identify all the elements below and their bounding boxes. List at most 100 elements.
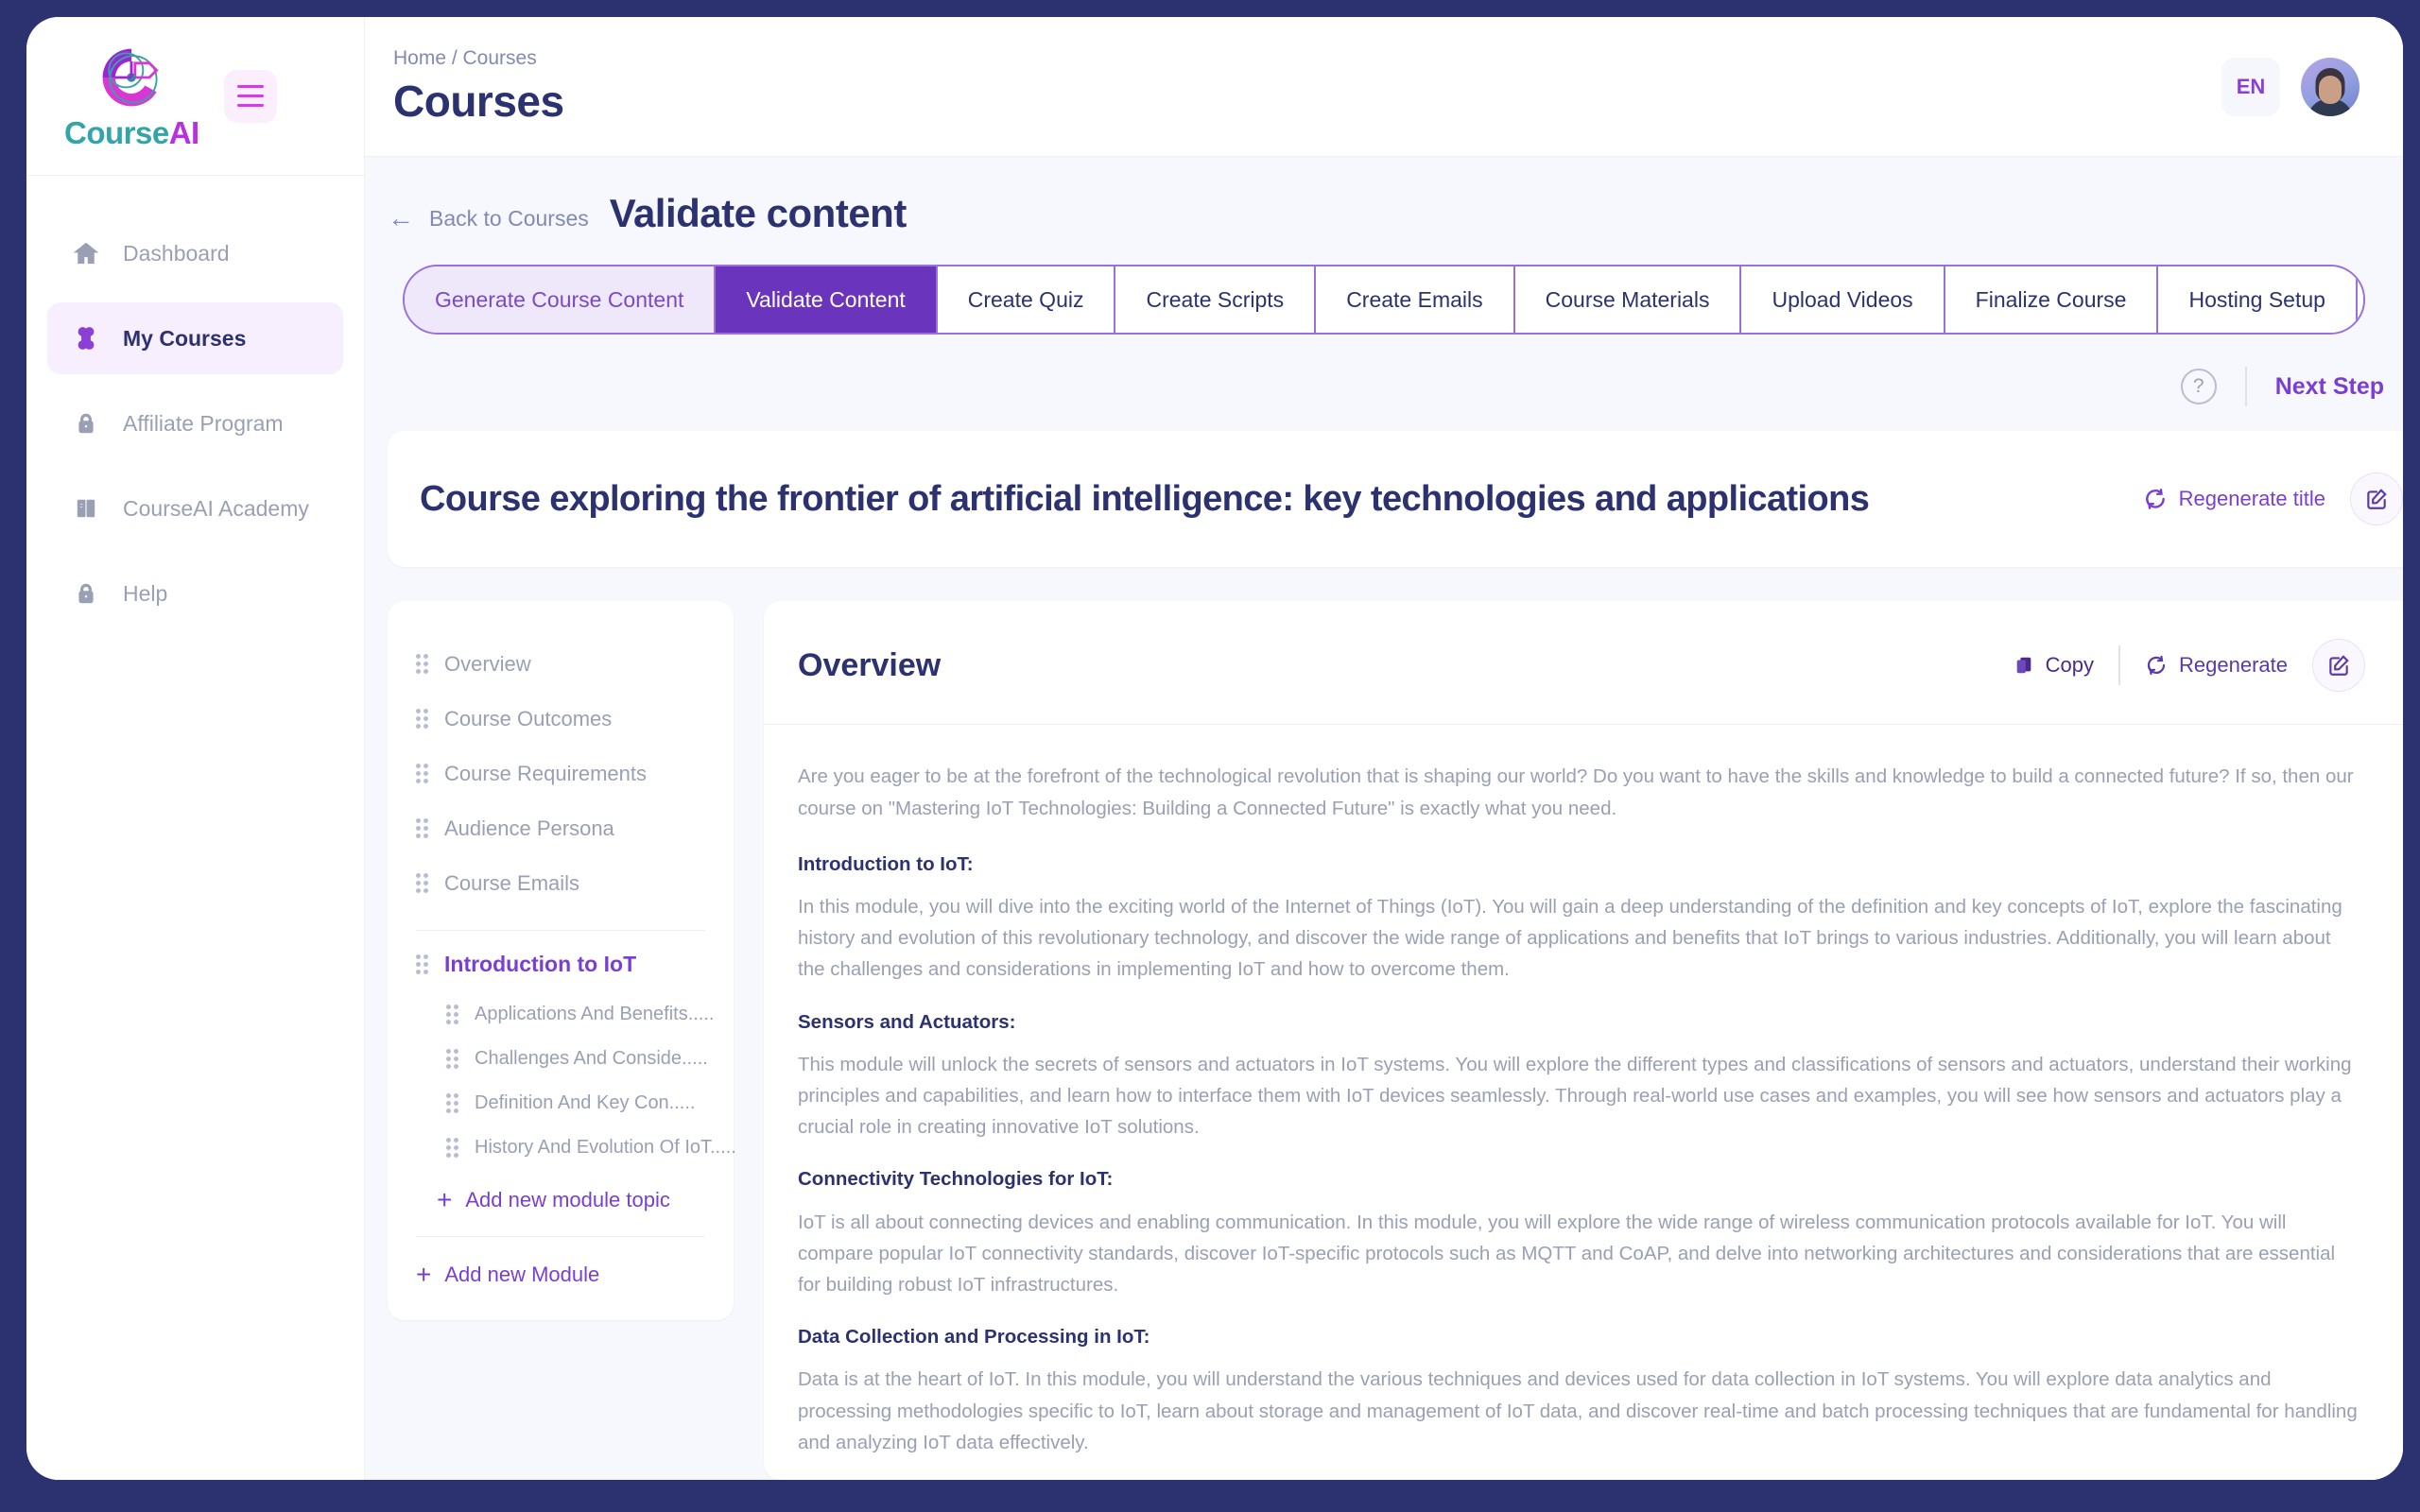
home-icon	[72, 239, 100, 267]
brand-name-part1: Course	[64, 114, 169, 150]
outline-item-label: Course Emails	[444, 871, 580, 896]
sidebar-item-affiliate-program[interactable]: Affiliate Program	[47, 387, 343, 459]
outline-topic-label: History And Evolution Of IoT.....	[475, 1137, 736, 1159]
tab-hosting-setup[interactable]: Hosting Setup	[2158, 266, 2358, 334]
app-logo[interactable]: CourseAI	[64, 42, 199, 151]
app-window: CourseAI Dashboard My Courses Affiliate …	[26, 17, 2403, 1480]
outline-item-overview[interactable]: Overview	[416, 637, 705, 692]
drag-handle-icon[interactable]	[446, 1004, 459, 1025]
overview-intro-paragraph: Are you eager to be at the forefront of …	[798, 765, 2354, 819]
outline-item-label: Overview	[444, 652, 531, 677]
content-area: ← Back to Courses Validate content Gener…	[365, 157, 2403, 1480]
sidebar-item-label: CourseAI Academy	[123, 495, 309, 521]
plus-icon: +	[416, 1260, 432, 1290]
tab-create-scripts[interactable]: Create Scripts	[1115, 266, 1317, 334]
edit-overview-button[interactable]	[2312, 639, 2365, 693]
outline-module-label: Introduction to IoT	[444, 952, 637, 977]
drag-handle-icon[interactable]	[416, 954, 429, 975]
step-tabs: Generate Course Content Validate Content…	[403, 265, 2365, 335]
tab-course-materials[interactable]: Course Materials	[1514, 266, 1742, 334]
topbar-left: Home / Courses Courses	[393, 47, 564, 127]
overview-section-body: This module will unlock the secrets of s…	[798, 1053, 2352, 1139]
regenerate-button[interactable]: Regenerate	[2145, 653, 2288, 678]
outline-topic[interactable]: Applications And Benefits.....	[416, 992, 715, 1037]
sidebar-item-courseai-academy[interactable]: CourseAI Academy	[47, 472, 343, 544]
avatar-face	[2319, 75, 2342, 104]
overview-section-heading: IoT Security and Privacy:	[798, 1479, 2358, 1480]
overview-section-heading: Sensors and Actuators:	[798, 1010, 1016, 1033]
copy-button[interactable]: Copy	[2014, 653, 2094, 678]
tab-validate-content[interactable]: Validate Content	[716, 266, 938, 334]
add-topic-label: Add new module topic	[465, 1188, 670, 1212]
outline-topic[interactable]: Definition And Key Con.....	[416, 1081, 705, 1125]
language-selector[interactable]: EN	[2221, 57, 2280, 116]
outline-topic[interactable]: Challenges And Conside.....	[416, 1037, 708, 1081]
step-actions-row: ? Next Step	[365, 335, 2403, 431]
sidebar-item-help[interactable]: Help	[47, 558, 343, 629]
tab-launch-course[interactable]: Launch Course	[2357, 266, 2363, 334]
drag-handle-icon[interactable]	[416, 764, 429, 784]
drag-handle-icon[interactable]	[446, 1048, 459, 1070]
overview-panel: Overview Copy Regenerate Are you eager t…	[764, 601, 2403, 1480]
sidebar-item-label: My Courses	[123, 325, 247, 351]
page-title: Courses	[393, 76, 564, 126]
tab-finalize-course[interactable]: Finalize Course	[1945, 266, 2159, 334]
outline-item-audience-persona[interactable]: Audience Persona	[416, 801, 705, 856]
overview-section-body: In this module, you will dive into the e…	[798, 896, 2342, 981]
drag-handle-icon[interactable]	[416, 654, 429, 675]
lock-icon	[72, 409, 100, 438]
hamburger-icon[interactable]	[223, 69, 277, 123]
course-title: Course exploring the frontier of artific…	[420, 479, 1870, 519]
edit-title-button[interactable]	[2350, 472, 2403, 526]
lock-icon	[72, 579, 100, 608]
outline-item-label: Audience Persona	[444, 816, 614, 841]
tabs-wrapper: Generate Course Content Validate Content…	[365, 265, 2403, 335]
brand-zone: CourseAI	[26, 17, 364, 176]
tab-create-quiz[interactable]: Create Quiz	[937, 266, 1116, 334]
add-new-module-topic-button[interactable]: + Add new module topic	[416, 1170, 705, 1217]
outline-topic[interactable]: History And Evolution Of IoT.....	[416, 1125, 736, 1170]
outline-item-course-outcomes[interactable]: Course Outcomes	[416, 692, 705, 747]
next-step-button[interactable]: Next Step	[2275, 373, 2384, 401]
outline-topic-label: Applications And Benefits.....	[475, 1004, 715, 1025]
plus-icon: +	[437, 1185, 453, 1215]
overview-actions: Copy Regenerate	[2014, 639, 2365, 693]
regenerate-title-label: Regenerate title	[2178, 487, 2325, 511]
divider	[2244, 367, 2247, 407]
sidebar: CourseAI Dashboard My Courses Affiliate …	[26, 17, 365, 1480]
outline-item-label: Course Requirements	[444, 762, 647, 786]
course-title-card: Course exploring the frontier of artific…	[388, 431, 2403, 568]
command-icon	[72, 324, 100, 352]
breadcrumb[interactable]: Home / Courses	[393, 47, 564, 70]
outline-item-course-emails[interactable]: Course Emails	[416, 856, 705, 911]
outline-item-course-requirements[interactable]: Course Requirements	[416, 747, 705, 801]
question-mark-icon[interactable]: ?	[2180, 369, 2217, 405]
drag-handle-icon[interactable]	[416, 818, 429, 839]
overview-section-body: IoT is all about connecting devices and …	[798, 1211, 2336, 1297]
regenerate-title-button[interactable]: Regenerate title	[2143, 487, 2325, 511]
sidebar-nav: Dashboard My Courses Affiliate Program C…	[26, 176, 364, 643]
brand-wordmark: CourseAI	[64, 115, 199, 151]
overview-section-heading: Data Collection and Processing in IoT:	[798, 1326, 1150, 1349]
back-link-label: Back to Courses	[429, 205, 589, 231]
pencil-square-icon	[2364, 487, 2389, 511]
overview-section-heading: Connectivity Technologies for IoT:	[798, 1168, 1114, 1191]
tab-generate-course-content[interactable]: Generate Course Content	[405, 266, 717, 334]
topbar-right: EN	[2221, 57, 2360, 116]
tab-create-emails[interactable]: Create Emails	[1316, 266, 1515, 334]
refresh-icon	[2143, 487, 2168, 511]
outline-topic-label: Challenges And Conside.....	[475, 1048, 708, 1070]
drag-handle-icon[interactable]	[446, 1092, 459, 1114]
drag-handle-icon[interactable]	[446, 1137, 459, 1159]
back-to-courses-link[interactable]: ← Back to Courses	[388, 205, 589, 232]
refresh-icon	[2145, 654, 2168, 677]
avatar[interactable]	[2301, 57, 2360, 116]
drag-handle-icon[interactable]	[416, 873, 429, 894]
sub-header: ← Back to Courses Validate content	[365, 157, 2403, 265]
sidebar-item-my-courses[interactable]: My Courses	[47, 302, 343, 374]
outline-module-introduction-to-iot[interactable]: Introduction to IoT	[416, 931, 705, 992]
tab-upload-videos[interactable]: Upload Videos	[1741, 266, 1945, 334]
drag-handle-icon[interactable]	[416, 709, 429, 730]
sidebar-item-dashboard[interactable]: Dashboard	[47, 217, 343, 289]
add-new-module-button[interactable]: + Add new Module	[416, 1237, 705, 1292]
